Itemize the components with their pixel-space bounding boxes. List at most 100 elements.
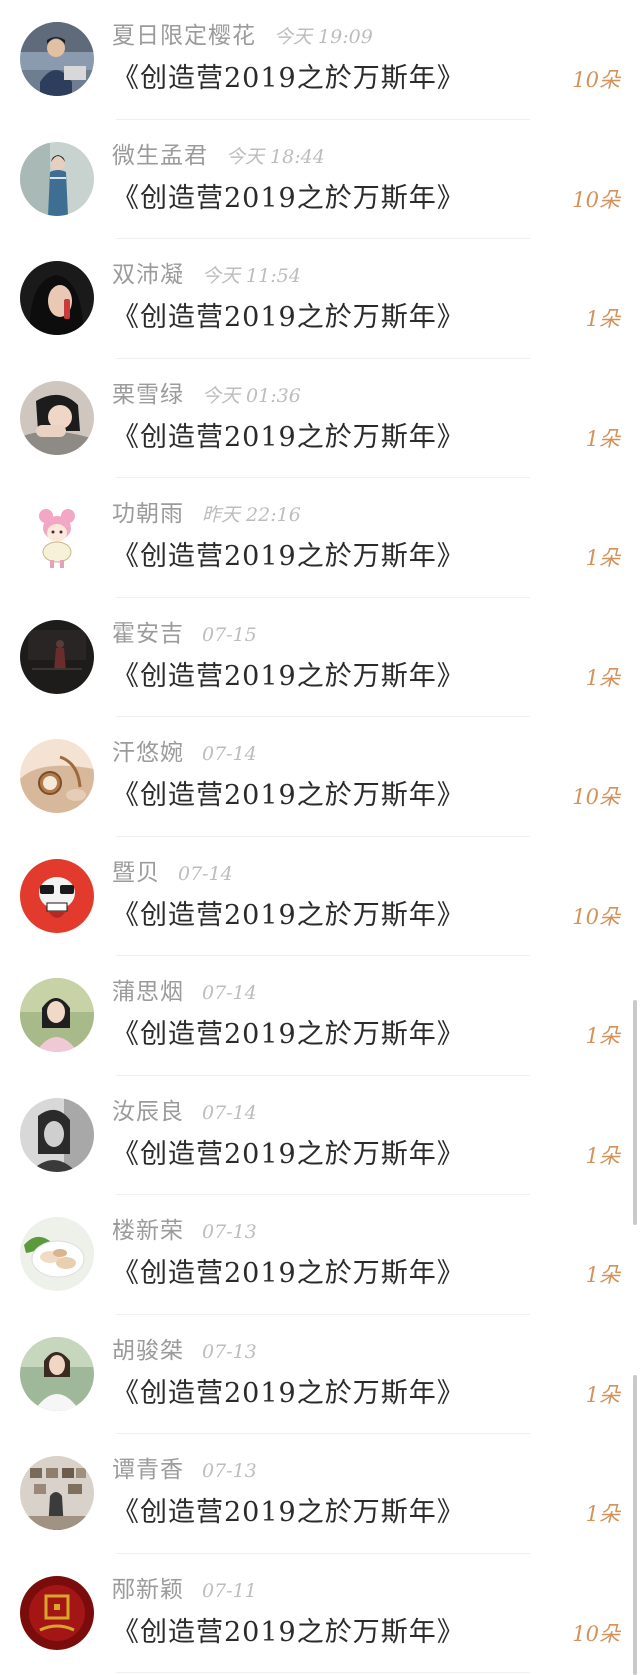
avatar[interactable] (20, 1456, 94, 1530)
avatar[interactable] (20, 22, 94, 96)
avatar[interactable] (20, 141, 94, 216)
man-portrait-avatar (20, 22, 94, 96)
cartoon-girl-avatar (20, 500, 94, 574)
item-title[interactable]: 《创造营2019之於万斯年》 (112, 1614, 465, 1652)
scrollbar[interactable] (633, 1000, 637, 1225)
item-meta: 汗悠婉 07-14 (112, 737, 257, 769)
timestamp: 07-13 (202, 1221, 257, 1243)
monochrome-portrait-avatar (20, 1097, 94, 1172)
timestamp: 07-13 (202, 1460, 257, 1482)
list-item[interactable]: 栗雪绿 今天 01:36 《创造营2019之於万斯年》 1朵 (0, 359, 640, 478)
avatar[interactable] (20, 1217, 94, 1291)
timestamp: 07-14 (202, 1101, 257, 1124)
flower-gift-list: 夏日限定樱花 今天 19:09 《创造营2019之於万斯年》 10朵 微生孟君 今天… (0, 0, 640, 1673)
list-item[interactable]: 汗悠婉 07-14 《创造营2019之於万斯年》 10朵 (0, 717, 640, 837)
item-meta: 微生孟君 今天 18:44 (112, 140, 325, 172)
item-meta: 功朝雨 昨天 22:16 (112, 498, 301, 530)
avatar[interactable] (20, 858, 94, 933)
item-meta: 汝辰良 07-14 (112, 1096, 257, 1128)
girl-drinking-avatar (20, 261, 94, 335)
user-name[interactable]: 夏日限定樱花 (112, 23, 256, 49)
item-meta: 楼新荣 07-13 (112, 1215, 257, 1247)
item-title[interactable]: 《创造营2019之於万斯年》 (112, 1255, 465, 1293)
avatar[interactable] (20, 500, 94, 574)
user-name[interactable]: 霍安吉 (112, 621, 184, 647)
timestamp: 今天 11:54 (202, 265, 301, 287)
user-name[interactable]: 功朝雨 (112, 501, 184, 527)
item-title[interactable]: 《创造营2019之於万斯年》 (112, 1016, 465, 1054)
item-title[interactable]: 《创造营2019之於万斯年》 (112, 658, 465, 696)
item-meta: 夏日限定樱花 今天 19:09 (112, 20, 373, 52)
item-title[interactable]: 《创造营2019之於万斯年》 (112, 777, 465, 815)
list-item[interactable]: 夏日限定樱花 今天 19:09 《创造营2019之於万斯年》 10朵 (0, 0, 640, 120)
item-meta: 蒲思烟 07-14 (112, 976, 257, 1008)
red-skull-avatar (20, 858, 94, 933)
girl-resting-avatar (20, 380, 94, 455)
timestamp: 昨天 22:16 (202, 504, 301, 526)
avatar[interactable] (20, 1575, 94, 1650)
item-title[interactable]: 《创造营2019之於万斯年》 (112, 1494, 465, 1532)
user-name[interactable]: 谭青香 (112, 1457, 184, 1483)
avatar[interactable] (20, 1336, 94, 1411)
avatar[interactable] (20, 261, 94, 335)
user-name[interactable]: 双沛凝 (112, 262, 184, 288)
user-name[interactable]: 汗悠婉 (112, 740, 184, 766)
divider (116, 1672, 530, 1673)
user-name[interactable]: 邴新颖 (112, 1577, 184, 1603)
item-title[interactable]: 《创造营2019之於万斯年》 (112, 538, 465, 576)
list-item[interactable]: 楼新荣 07-13 《创造营2019之於万斯年》 1朵 (0, 1195, 640, 1315)
list-item[interactable]: 微生孟君 今天 18:44 《创造营2019之於万斯年》 10朵 (0, 120, 640, 239)
list-item[interactable]: 暨贝 07-14 《创造营2019之於万斯年》 10朵 (0, 837, 640, 956)
flower-count: 1朵 (585, 1502, 620, 1526)
item-meta: 栗雪绿 今天 01:36 (112, 379, 301, 411)
user-name[interactable]: 暨贝 (112, 860, 160, 886)
item-title[interactable]: 《创造营2019之於万斯年》 (112, 60, 465, 98)
timestamp: 今天 19:09 (274, 26, 373, 48)
avatar[interactable] (20, 978, 94, 1052)
girl-outdoor-avatar (20, 978, 94, 1052)
timestamp: 07-14 (202, 982, 257, 1004)
avatar[interactable] (20, 739, 94, 813)
photo-wall-avatar (20, 1456, 94, 1530)
avatar[interactable] (20, 1097, 94, 1172)
list-item[interactable]: 胡骏桀 07-13 《创造营2019之於万斯年》 1朵 (0, 1315, 640, 1434)
flower-count: 1朵 (585, 426, 620, 451)
user-name[interactable]: 汝辰良 (112, 1099, 184, 1125)
user-name[interactable]: 蒲思烟 (112, 979, 184, 1005)
item-meta: 谭青香 07-13 (112, 1454, 257, 1486)
list-item[interactable]: 汝辰良 07-14 《创造营2019之於万斯年》 1朵 (0, 1076, 640, 1195)
timestamp: 07-11 (202, 1579, 257, 1602)
woman-white-dress-avatar (20, 1336, 94, 1411)
flower-count: 1朵 (585, 1382, 620, 1407)
list-item[interactable]: 霍安吉 07-15 《创造营2019之於万斯年》 1朵 (0, 598, 640, 717)
list-item[interactable]: 功朝雨 昨天 22:16 《创造营2019之於万斯年》 1朵 (0, 478, 640, 598)
qipao-woman-avatar (20, 141, 94, 216)
user-name[interactable]: 胡骏桀 (112, 1338, 184, 1364)
item-title[interactable]: 《创造营2019之於万斯年》 (112, 1136, 465, 1174)
flower-count: 1朵 (585, 665, 620, 690)
item-title[interactable]: 《创造营2019之於万斯年》 (112, 1375, 465, 1413)
list-item[interactable]: 邴新颖 07-11 《创造营2019之於万斯年》 10朵 (0, 1554, 640, 1673)
avatar[interactable] (20, 380, 94, 455)
flower-count: 10朵 (572, 1621, 620, 1646)
list-item[interactable]: 双沛凝 今天 11:54 《创造营2019之於万斯年》 1朵 (0, 239, 640, 359)
avatar[interactable] (20, 619, 94, 694)
timestamp: 今天 18:44 (226, 145, 325, 168)
user-name[interactable]: 微生孟君 (112, 143, 208, 169)
timestamp: 今天 01:36 (202, 384, 301, 407)
item-title[interactable]: 《创造营2019之於万斯年》 (112, 180, 465, 218)
scrollbar-secondary[interactable] (633, 1375, 637, 1675)
user-name[interactable]: 栗雪绿 (112, 382, 184, 408)
flower-count: 10朵 (572, 785, 620, 809)
list-item[interactable]: 蒲思烟 07-14 《创造营2019之於万斯年》 1朵 (0, 956, 640, 1076)
item-meta: 双沛凝 今天 11:54 (112, 259, 301, 291)
item-title[interactable]: 《创造营2019之於万斯年》 (112, 419, 465, 457)
user-name[interactable]: 楼新荣 (112, 1218, 184, 1244)
flower-count: 1朵 (585, 1143, 620, 1168)
list-item[interactable]: 谭青香 07-13 《创造营2019之於万斯年》 1朵 (0, 1434, 640, 1554)
item-title[interactable]: 《创造营2019之於万斯年》 (112, 897, 465, 935)
flower-count: 1朵 (585, 307, 620, 331)
flower-count: 10朵 (572, 904, 620, 929)
item-title[interactable]: 《创造营2019之於万斯年》 (112, 299, 465, 337)
flower-count: 1朵 (585, 1024, 620, 1048)
